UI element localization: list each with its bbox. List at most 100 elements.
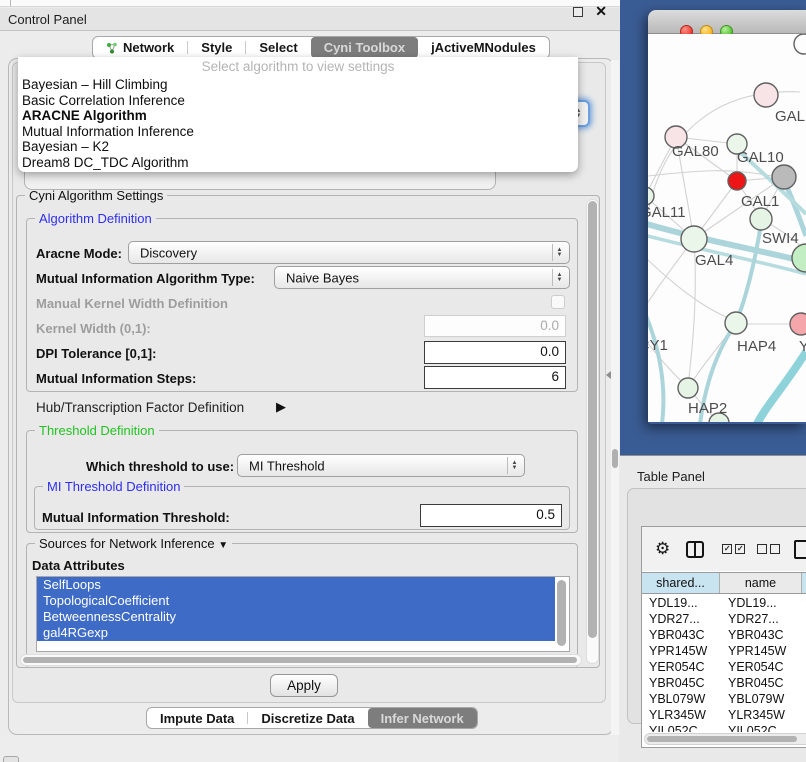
mi-steps-field[interactable]: 6: [424, 366, 566, 389]
control-panel-titlebar: Control Panel: [0, 8, 620, 31]
node-hap2[interactable]: [678, 378, 698, 398]
attribute-item-selected[interactable]: BetweennessCentrality: [37, 609, 555, 625]
node-gal1-red[interactable]: [728, 172, 746, 190]
dropdown-item[interactable]: Bayesian – K2: [18, 139, 578, 155]
mi-threshold-label: Mutual Information Threshold:: [42, 510, 230, 525]
data-attributes-listbox[interactable]: SelfLoops TopologicalCoefficient Between…: [36, 576, 570, 652]
dropdown-item[interactable]: Basic Correlation Inference: [18, 93, 578, 109]
table-row[interactable]: YER054CYER054C8.: [642, 659, 806, 675]
gear-icon[interactable]: ⚙: [655, 539, 670, 559]
dpi-tolerance-field[interactable]: 0.0: [424, 341, 566, 364]
tab-network[interactable]: Network: [93, 37, 187, 58]
aracne-mode-combobox[interactable]: Discovery ▲▼: [128, 241, 570, 264]
tab-cyni-toolbox[interactable]: Cyni Toolbox: [311, 37, 418, 58]
label-gal4: GAL4: [695, 252, 733, 269]
tab-select[interactable]: Select: [246, 37, 310, 58]
label-gal: GAL: [775, 108, 805, 125]
table-horizontal-scrollbar[interactable]: [644, 733, 806, 745]
settings-hscroll-track[interactable]: [20, 654, 582, 666]
network-graph: GAL GAL80 GAL10 GAL11 GAL1 SWI4 GAL4 GCY…: [648, 34, 806, 422]
mi-steps-label: Mutual Information Steps:: [36, 371, 196, 386]
new-table-icon[interactable]: [794, 540, 806, 559]
table-toolbar: ⚙ ✓✓: [642, 527, 806, 571]
panel-scrollbar-thumb[interactable]: [612, 449, 618, 468]
attribute-item-selected[interactable]: gal4RGexp: [37, 625, 555, 641]
label-gal80: GAL80: [672, 143, 719, 160]
table-rows[interactable]: YDL19...YDL19...13 YDR27...YDR27...12 YB…: [642, 595, 806, 732]
splitter-collapse-arrow[interactable]: [606, 371, 611, 379]
tab-infer-network[interactable]: Infer Network: [368, 708, 477, 728]
table-row[interactable]: YBL079WYBL079W: [642, 691, 806, 707]
dropdown-item-selected[interactable]: ARACNE Algorithm: [18, 108, 578, 124]
table-row[interactable]: YDL19...YDL19...13: [642, 595, 806, 611]
table-hscroll-thumb[interactable]: [647, 736, 797, 742]
close-panel-icon[interactable]: ✕: [595, 3, 607, 20]
table-panel-wrapper: ⚙ ✓✓ shared... name A YDL19...YDL: [627, 488, 806, 724]
mi-algorithm-type-combobox[interactable]: Naive Bayes ▲▼: [274, 266, 570, 289]
settings-scrollbar-thumb[interactable]: [588, 201, 597, 638]
table-header-row: shared... name A: [642, 572, 806, 594]
node-gal4[interactable]: [681, 226, 707, 252]
node-salmon[interactable]: [790, 313, 806, 335]
table-row[interactable]: YIL052CYIL052C9.: [642, 723, 806, 732]
mi-threshold-definition-title: MI Threshold Definition: [43, 479, 184, 494]
node-gal11[interactable]: [648, 187, 654, 205]
node-hap4[interactable]: [725, 312, 747, 334]
hub-definition-label[interactable]: Hub/Transcription Factor Definition: [36, 400, 244, 415]
network-canvas[interactable]: GAL GAL80 GAL10 GAL11 GAL1 SWI4 GAL4 GCY…: [648, 34, 806, 422]
expand-right-arrow-icon[interactable]: ▶: [276, 399, 286, 415]
mi-threshold-field[interactable]: 0.5: [420, 504, 562, 527]
table-row[interactable]: YPR145WYPR145W9.: [642, 643, 806, 659]
select-all-checkboxes-icon[interactable]: ✓✓: [722, 544, 745, 554]
which-threshold-label: Which threshold to use:: [86, 459, 234, 474]
kernel-width-field[interactable]: 0.0: [424, 315, 566, 337]
node-swi4[interactable]: [792, 244, 806, 272]
dropdown-item[interactable]: Bayesian – Hill Climbing: [18, 77, 578, 93]
label-gal10: GAL10: [737, 149, 784, 166]
label-swi4: SWI4: [762, 230, 799, 247]
collapsed-panel-button[interactable]: [3, 756, 19, 762]
combo-spinner-icon: ▲▼: [552, 269, 566, 286]
panel-scrollbar-track[interactable]: [611, 60, 619, 735]
combo-spinner-icon: ▲▼: [552, 244, 566, 261]
deselect-all-checkboxes-icon[interactable]: [757, 544, 780, 554]
apply-button[interactable]: Apply: [270, 674, 338, 697]
float-panel-icon[interactable]: [573, 7, 583, 17]
tab-impute-data[interactable]: Impute Data: [147, 708, 247, 728]
column-header-name[interactable]: name: [720, 573, 802, 593]
column-header-shared[interactable]: shared...: [642, 573, 720, 593]
cyni-bottom-tabbar: Impute Data Discretize Data Infer Networ…: [146, 707, 478, 729]
table-row[interactable]: YBR043CYBR043C: [642, 627, 806, 643]
manual-kernel-label: Manual Kernel Width Definition: [36, 296, 228, 311]
label-gcy1: GCY1: [648, 337, 668, 354]
node-below-gal1[interactable]: [750, 208, 772, 230]
which-threshold-combobox[interactable]: MI Threshold ▲▼: [237, 454, 525, 477]
mi-algorithm-type-label: Mutual Information Algorithm Type:: [36, 271, 255, 286]
label-gal1: GAL1: [741, 193, 779, 210]
tab-style[interactable]: Style: [188, 37, 245, 58]
table-panel-title: Table Panel: [637, 469, 705, 484]
column-header-partial[interactable]: A: [802, 573, 806, 593]
listbox-scrollbar-thumb[interactable]: [557, 580, 566, 646]
attribute-item-selected[interactable]: SelfLoops: [37, 577, 555, 593]
tab-discretize-data[interactable]: Discretize Data: [248, 708, 367, 728]
attribute-item-selected[interactable]: TopologicalCoefficient: [37, 593, 555, 609]
network-icon: [106, 42, 118, 54]
network-view-window[interactable]: GAL GAL80 GAL10 GAL11 GAL1 SWI4 GAL4 GCY…: [648, 10, 806, 424]
dropdown-item[interactable]: Mutual Information Inference: [18, 124, 578, 140]
aracne-mode-label: Aracne Mode:: [36, 246, 122, 261]
network-window-titlebar[interactable]: [648, 10, 806, 34]
tab-jactivemnodules[interactable]: jActiveMNodules: [418, 37, 549, 58]
table-row[interactable]: YLR345WYLR345W9.: [642, 707, 806, 723]
manual-kernel-checkbox[interactable]: [551, 295, 565, 309]
bottom-strip: [0, 735, 619, 762]
sources-title[interactable]: Sources for Network Inference ▼: [35, 536, 232, 551]
node-gal-pink[interactable]: [754, 83, 778, 107]
node-gray[interactable]: [772, 165, 796, 189]
table-row[interactable]: YDR27...YDR27...12: [642, 611, 806, 627]
table-row[interactable]: YBR045CYBR045C9.: [642, 675, 806, 691]
columns-icon[interactable]: [686, 541, 704, 558]
node-partial-top[interactable]: [794, 34, 806, 54]
settings-hscroll-thumb[interactable]: [23, 657, 577, 663]
dropdown-item[interactable]: Dream8 DC_TDC Algorithm: [18, 155, 578, 171]
